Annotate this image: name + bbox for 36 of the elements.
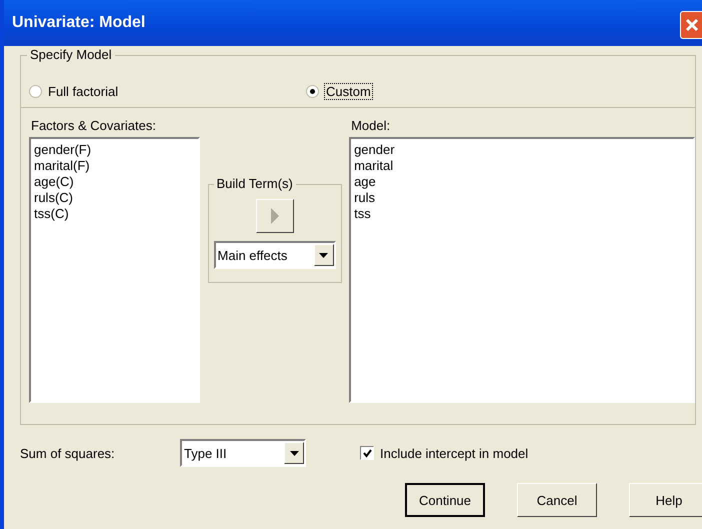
list-item[interactable]: gender <box>354 142 395 158</box>
term-type-dropdown[interactable]: Main effects <box>214 241 336 269</box>
sum-of-squares-label: Sum of squares: <box>20 446 116 460</box>
radio-button[interactable] <box>306 85 319 98</box>
model-list[interactable]: gender marital age ruls tss <box>349 137 695 403</box>
list-item[interactable]: marital(F) <box>34 158 90 174</box>
list-item[interactable]: gender(F) <box>34 142 92 158</box>
dropdown-arrow-icon <box>319 252 328 258</box>
radio-button[interactable] <box>29 85 42 98</box>
checkmark-icon <box>362 448 372 458</box>
list-item[interactable]: tss(C) <box>34 206 69 222</box>
radio-option[interactable]: Full factorial <box>29 84 306 99</box>
factors-list[interactable]: gender(F) marital(F) age(C) ruls(C) tss(C) <box>29 137 200 403</box>
sum-of-squares-dropdown[interactable]: Type III <box>180 439 306 467</box>
include-intercept-checkbox[interactable]: Include intercept in model <box>360 446 528 460</box>
list-item[interactable]: ruls <box>354 190 376 206</box>
move-button[interactable] <box>256 199 294 233</box>
dialog-button[interactable]: Continue <box>405 483 485 517</box>
checkbox[interactable] <box>360 446 374 460</box>
right-triangle-icon <box>270 208 279 224</box>
close-icon <box>684 18 698 32</box>
list-item[interactable]: ruls(C) <box>34 190 73 206</box>
list-label: Factors & Covariates: <box>30 118 157 133</box>
list-item[interactable]: age <box>354 174 376 190</box>
window-title: Univariate: Model <box>12 14 146 32</box>
radio-option[interactable]: Custom <box>306 84 583 99</box>
list-item[interactable]: tss <box>354 206 371 222</box>
list-item[interactable]: marital <box>354 158 394 174</box>
group-legend: Build Term(s) <box>214 176 296 191</box>
list-label: Model: <box>350 118 392 133</box>
dialog-button[interactable]: Cancel <box>517 483 597 517</box>
dropdown-arrow-icon <box>290 450 298 456</box>
dialog-button[interactable]: Help <box>629 483 702 517</box>
close-button[interactable] <box>680 11 702 39</box>
list-item[interactable]: age(C) <box>34 174 74 190</box>
group-legend: Specify Model <box>27 47 115 62</box>
